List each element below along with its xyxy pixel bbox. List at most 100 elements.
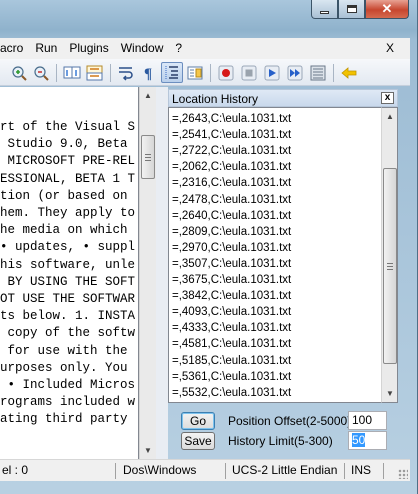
menu-help[interactable]: ? xyxy=(169,38,188,59)
location-history-header: Location History x xyxy=(168,89,398,107)
editor-line: OT USE THE SOFTWAR xyxy=(0,292,136,306)
scrollbar-thumb[interactable] xyxy=(141,135,155,179)
history-entry[interactable]: =,2809,C:\eula.1031.txt xyxy=(172,224,291,240)
history-entry[interactable]: =,3507,C:\eula.1031.txt xyxy=(172,256,291,272)
history-entry[interactable]: =,3842,C:\eula.1031.txt xyxy=(172,288,291,304)
scroll-up-arrow-icon[interactable]: ▲ xyxy=(140,87,156,104)
history-entry[interactable]: =,5532,C:\eula.1031.txt xyxy=(172,385,291,401)
editor-line: • updates, • suppl xyxy=(0,240,136,255)
history-entry[interactable]: =,2722,C:\eula.1031.txt xyxy=(172,143,291,159)
save-macro-icon[interactable] xyxy=(309,64,327,82)
status-encoding: UCS-2 Little Endian xyxy=(232,463,338,477)
application-window: ✕ acro Run Plugins Window ? X ¶ rt of th… xyxy=(0,0,418,494)
scrollbar-thumb[interactable] xyxy=(383,168,397,364)
editor-line: urposes only. You xyxy=(0,360,128,375)
history-entry[interactable]: =,2062,C:\eula.1031.txt xyxy=(172,159,291,175)
history-entry[interactable]: =,5697,C:\eula.1031.txt xyxy=(172,401,291,402)
zoom-in-icon[interactable] xyxy=(10,64,28,82)
editor-line: ating third party xyxy=(0,412,128,427)
menu-plugins[interactable]: Plugins xyxy=(63,38,114,59)
editor-line: BY USING THE SOFT xyxy=(0,274,136,289)
menu-bar: acro Run Plugins Window ? X xyxy=(0,38,410,59)
editor-line: rt of the Visual S xyxy=(0,120,136,134)
scroll-down-arrow-icon[interactable]: ▼ xyxy=(140,442,156,459)
word-wrap-icon[interactable] xyxy=(117,64,135,82)
editor-line: his software, unle xyxy=(0,257,136,272)
sync-horizontal-icon[interactable] xyxy=(86,64,104,82)
save-button[interactable]: Save xyxy=(181,432,215,450)
close-panel-button[interactable]: x xyxy=(381,92,394,104)
scroll-up-arrow-icon[interactable]: ▲ xyxy=(382,108,398,125)
close-document-button[interactable]: X xyxy=(386,38,394,59)
editor-line: copy of the softw xyxy=(0,326,136,341)
menu-window[interactable]: Window xyxy=(115,38,170,59)
history-entry[interactable]: =,2316,C:\eula.1031.txt xyxy=(172,175,291,191)
close-button[interactable]: ✕ xyxy=(365,0,409,19)
minimize-icon xyxy=(320,10,329,14)
status-eol: Dos\Windows xyxy=(123,463,197,477)
menu-macro[interactable]: acro xyxy=(0,38,29,59)
history-entry[interactable]: =,5185,C:\eula.1031.txt xyxy=(172,353,291,369)
toolbar: ¶ xyxy=(0,59,410,86)
play-macro-icon[interactable] xyxy=(263,64,281,82)
stop-macro-icon[interactable] xyxy=(240,64,258,82)
text-editor[interactable]: rt of the Visual S Studio 9.0, Beta MICR… xyxy=(0,87,139,459)
status-divider xyxy=(225,463,226,479)
location-history-arrow-icon[interactable] xyxy=(340,64,358,82)
toolbar-separator xyxy=(333,64,334,82)
editor-line: for use with the xyxy=(0,343,128,358)
menu-run[interactable]: Run xyxy=(29,38,63,59)
history-entry[interactable]: =,2640,C:\eula.1031.txt xyxy=(172,208,291,224)
history-entry[interactable]: =,2541,C:\eula.1031.txt xyxy=(172,127,291,143)
caption-buttons: ✕ xyxy=(311,0,409,20)
indent-guide-icon[interactable] xyxy=(161,62,183,83)
editor-line: ts below. 1. INSTA xyxy=(0,309,136,324)
maximize-icon xyxy=(346,5,357,13)
history-vertical-scrollbar[interactable]: ▲ ▼ xyxy=(381,107,398,403)
position-offset-input[interactable]: 100 xyxy=(348,411,387,430)
history-entry[interactable]: =,5361,C:\eula.1031.txt xyxy=(172,369,291,385)
toolbar-separator xyxy=(110,64,111,82)
status-divider xyxy=(383,463,384,479)
scroll-down-arrow-icon[interactable]: ▼ xyxy=(382,385,398,402)
maximize-button[interactable] xyxy=(338,0,365,19)
minimize-button[interactable] xyxy=(311,0,338,19)
history-limit-label: History Limit(5-300) xyxy=(228,434,333,448)
history-entry[interactable]: =,2970,C:\eula.1031.txt xyxy=(172,240,291,256)
status-line: el : 0 xyxy=(2,463,29,477)
history-entry[interactable]: =,4333,C:\eula.1031.txt xyxy=(172,320,291,336)
status-divider xyxy=(115,463,116,479)
run-macro-multiple-icon[interactable] xyxy=(286,64,304,82)
show-all-chars-icon[interactable]: ¶ xyxy=(140,64,158,82)
position-offset-label: Position Offset(2-5000) xyxy=(228,414,352,428)
history-entry[interactable]: =,4581,C:\eula.1031.txt xyxy=(172,336,291,352)
history-entry[interactable]: =,2478,C:\eula.1031.txt xyxy=(172,192,291,208)
editor-line: hem. They apply to xyxy=(0,206,136,220)
toolbar-separator xyxy=(210,64,211,82)
status-insert-mode: INS xyxy=(351,463,372,477)
history-limit-input[interactable]: 50 xyxy=(348,431,387,450)
location-history-title: Location History xyxy=(172,92,259,106)
history-entry[interactable]: =,4093,C:\eula.1031.txt xyxy=(172,304,291,320)
zoom-out-icon[interactable] xyxy=(32,64,50,82)
toolbar-separator xyxy=(56,64,57,82)
editor-line: Studio 9.0, Beta xyxy=(0,137,128,152)
svg-text:¶: ¶ xyxy=(144,66,152,82)
editor-line: MICROSOFT PRE-REL xyxy=(0,154,136,169)
sync-vertical-icon[interactable] xyxy=(63,64,81,82)
resize-grip-icon[interactable] xyxy=(398,469,408,479)
go-button[interactable]: Go xyxy=(181,412,215,430)
document-map-icon[interactable] xyxy=(186,64,204,82)
location-history-list[interactable]: =,2643,C:\eula.1031.txt =,2541,C:\eula.10… xyxy=(168,107,381,403)
editor-line: rograms included w xyxy=(0,395,136,410)
history-entry[interactable]: =,3675,C:\eula.1031.txt xyxy=(172,272,291,288)
close-icon: ✕ xyxy=(381,1,393,16)
pane-splitter[interactable] xyxy=(156,87,168,459)
history-entry[interactable]: =,2643,C:\eula.1031.txt xyxy=(172,111,291,127)
editor-line: ESSIONAL, BETA 1 T xyxy=(0,171,136,186)
editor-line: he media on which xyxy=(0,223,128,238)
record-macro-icon[interactable] xyxy=(217,64,235,82)
status-bar: el : 0 Dos\Windows UCS-2 Little Endian I… xyxy=(0,459,410,481)
editor-vertical-scrollbar[interactable]: ▲ ▼ xyxy=(139,87,156,459)
history-limit-selected-text: 50 xyxy=(352,433,366,447)
